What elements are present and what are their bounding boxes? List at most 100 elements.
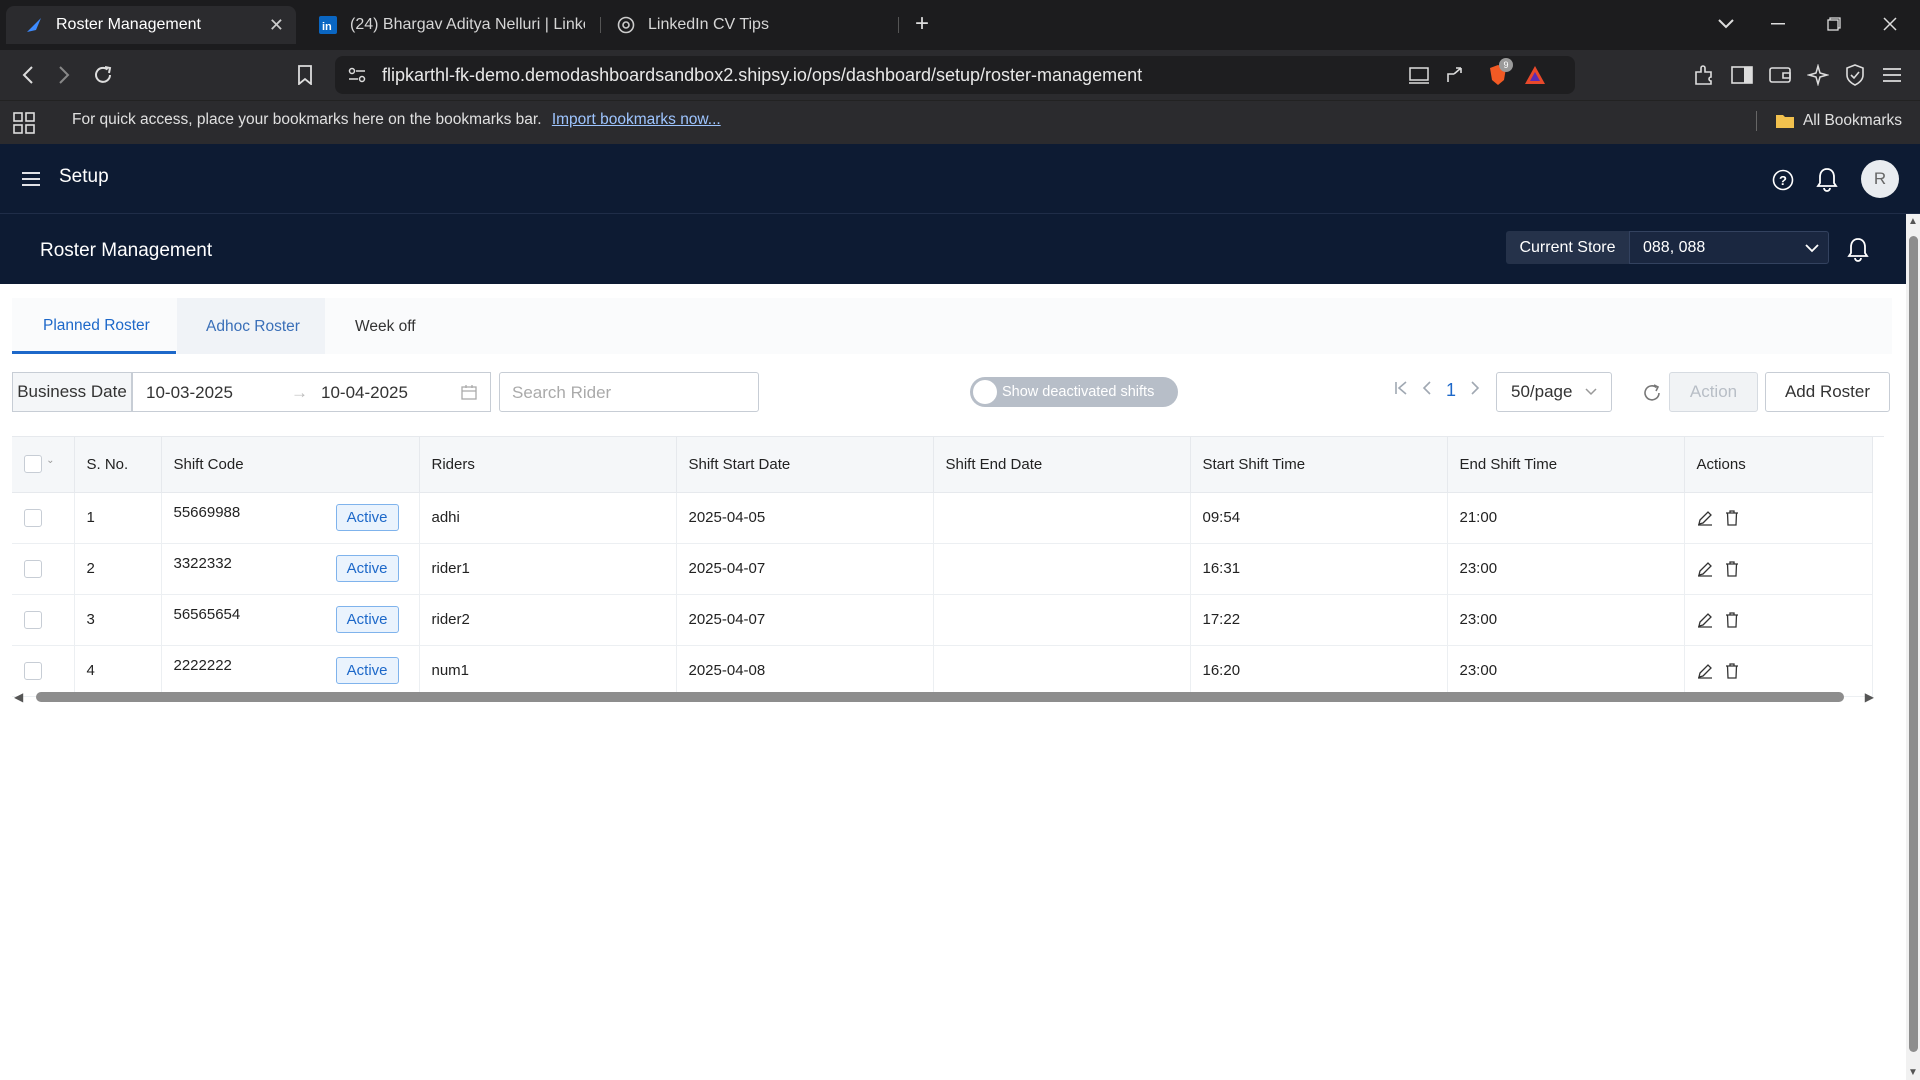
select-all-checkbox[interactable]: [24, 455, 42, 474]
row-checkbox[interactable]: [24, 610, 42, 629]
rider-cell: rider2: [419, 594, 677, 646]
column-header-riders: Riders: [419, 437, 677, 493]
close-window-icon[interactable]: [1878, 12, 1902, 36]
forward-icon[interactable]: [52, 62, 76, 88]
actions-cell: [1684, 594, 1873, 646]
select-dropdown-icon[interactable]: ⌄: [46, 455, 54, 466]
row-select-cell: [12, 492, 75, 544]
delete-icon[interactable]: [1725, 560, 1739, 577]
brave-rewards-icon[interactable]: [1523, 64, 1547, 86]
shield-count-badge: 9: [1499, 58, 1513, 72]
folder-icon: [1775, 115, 1794, 128]
url-text: flipkarthl-fk-demo.demodashboardsandbox2…: [382, 65, 1143, 85]
vpn-shield-icon[interactable]: [1843, 63, 1867, 87]
roster-tabs: Planned Roster Adhoc Roster Week off: [12, 298, 1892, 354]
shift-code-cell: 56565654 Active: [161, 594, 420, 646]
all-bookmarks-label: All Bookmarks: [1802, 112, 1902, 129]
scroll-right-icon[interactable]: ▶: [1865, 690, 1874, 704]
current-store-select[interactable]: 088, 088: [1629, 231, 1829, 264]
hamburger-menu-icon[interactable]: [20, 168, 42, 190]
select-all-cell: ⌄: [12, 437, 75, 493]
vertical-scrollbar[interactable]: ▲ ▼: [1906, 214, 1920, 1080]
row-checkbox[interactable]: [24, 559, 42, 578]
sidebar-icon[interactable]: [1730, 63, 1754, 87]
tab-search-chevron-icon[interactable]: [1714, 12, 1738, 36]
column-header-shift-code: Shift Code: [161, 437, 420, 493]
browser-tab-cv-tips[interactable]: LinkedIn CV Tips: [598, 6, 888, 44]
tab-planned-roster[interactable]: Planned Roster: [12, 298, 176, 354]
end-date-cell: [933, 492, 1191, 544]
back-icon[interactable]: [16, 62, 40, 88]
leo-ai-icon[interactable]: [1806, 63, 1830, 87]
wallet-icon[interactable]: [1768, 63, 1792, 87]
reload-icon[interactable]: [90, 62, 116, 88]
calendar-icon: [460, 383, 478, 401]
browser-tab-linkedin[interactable]: in (24) Bhargav Aditya Nelluri | LinkedI: [300, 6, 590, 44]
site-info-icon[interactable]: [347, 65, 367, 85]
extensions-icon[interactable]: [1692, 63, 1716, 87]
bookmarks-bar: For quick access, place your bookmarks h…: [0, 100, 1920, 144]
share-icon[interactable]: [1445, 65, 1469, 85]
row-checkbox[interactable]: [24, 661, 42, 680]
close-tab-icon[interactable]: ✕: [269, 15, 284, 36]
divider: [1755, 111, 1757, 131]
page-size-select[interactable]: 50/page: [1496, 372, 1612, 412]
date-range-picker[interactable]: 10-03-2025 → 10-04-2025: [132, 372, 491, 412]
delete-icon[interactable]: [1725, 611, 1739, 628]
store-notification-bell-icon[interactable]: [1845, 235, 1871, 263]
main-content: Planned Roster Adhoc Roster Week off Bus…: [0, 284, 1906, 1080]
page-size-value: 50/page: [1511, 382, 1573, 401]
action-button[interactable]: Action: [1669, 372, 1758, 412]
show-deactivated-toggle[interactable]: Show deactivated shifts: [970, 377, 1178, 407]
status-badge: Active: [335, 657, 399, 684]
notifications-bell-icon[interactable]: [1814, 165, 1840, 193]
date-to[interactable]: 10-04-2025: [321, 383, 408, 403]
delete-icon[interactable]: [1725, 662, 1739, 679]
next-page-icon[interactable]: [1470, 380, 1480, 401]
refresh-icon[interactable]: [1640, 381, 1664, 405]
apps-grid-icon[interactable]: [12, 111, 36, 135]
current-page[interactable]: 1: [1446, 380, 1456, 401]
edit-icon[interactable]: [1697, 510, 1713, 526]
toggle-label: Show deactivated shifts: [1002, 384, 1155, 400]
minimize-icon[interactable]: [1766, 12, 1790, 36]
app-header: Setup ? R: [0, 144, 1920, 214]
table-row: 1 55669988 Active adhi 2025-04-05 09:54 2…: [12, 492, 1873, 544]
help-icon[interactable]: ?: [1771, 168, 1795, 192]
scroll-up-icon[interactable]: ▲: [1908, 216, 1918, 227]
scroll-left-icon[interactable]: ◀: [14, 690, 23, 704]
edit-icon[interactable]: [1697, 663, 1713, 679]
scrollbar-thumb[interactable]: [36, 692, 1844, 702]
globe-icon: [616, 15, 636, 35]
url-bar[interactable]: flipkarthl-fk-demo.demodashboardsandbox2…: [335, 56, 1575, 94]
date-from[interactable]: 10-03-2025: [146, 383, 233, 403]
tab-adhoc-roster[interactable]: Adhoc Roster: [177, 298, 325, 354]
rider-cell: rider1: [419, 543, 677, 595]
scroll-down-icon[interactable]: ▼: [1908, 1067, 1918, 1078]
browser-tab-roster[interactable]: Roster Management ✕: [6, 6, 296, 44]
sno-cell: 2: [74, 543, 162, 595]
add-roster-button[interactable]: Add Roster: [1765, 372, 1890, 412]
menu-icon[interactable]: [1880, 63, 1904, 87]
horizontal-scrollbar[interactable]: ◀ ▶: [14, 686, 1874, 708]
delete-icon[interactable]: [1725, 509, 1739, 526]
cast-icon[interactable]: [1407, 65, 1431, 85]
avatar[interactable]: R: [1861, 160, 1899, 198]
business-date-select[interactable]: Business Date: [12, 372, 132, 412]
row-checkbox[interactable]: [24, 508, 42, 527]
bookmark-icon[interactable]: [294, 63, 316, 87]
tab-separator: [898, 17, 899, 33]
import-bookmarks-link[interactable]: Import bookmarks now...: [552, 111, 721, 128]
scrollbar-thumb[interactable]: [1909, 236, 1918, 1052]
search-rider-input[interactable]: Search Rider: [499, 372, 759, 412]
prev-page-icon[interactable]: [1422, 380, 1432, 401]
new-tab-icon[interactable]: +: [910, 10, 934, 37]
column-header-end-shift-time: End Shift Time: [1447, 437, 1685, 493]
tab-week-off[interactable]: Week off: [325, 298, 435, 354]
all-bookmarks-button[interactable]: All Bookmarks: [1755, 111, 1902, 131]
column-header-shift-end-date: Shift End Date: [933, 437, 1191, 493]
first-page-icon[interactable]: [1394, 380, 1408, 401]
edit-icon[interactable]: [1697, 561, 1713, 577]
restore-icon[interactable]: [1822, 12, 1846, 36]
edit-icon[interactable]: [1697, 612, 1713, 628]
